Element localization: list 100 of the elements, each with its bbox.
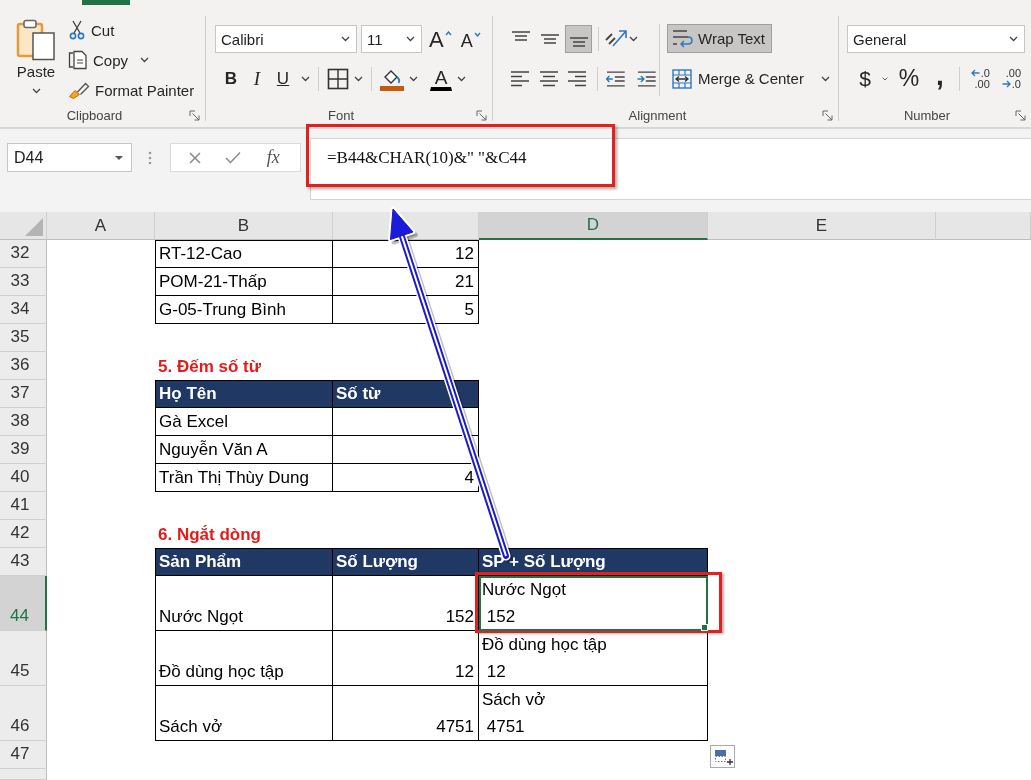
- formula-input[interactable]: =B44&CHAR(10)&" "&C44: [310, 138, 1031, 200]
- dialog-launcher-icon[interactable]: [476, 110, 487, 121]
- dialog-launcher-icon[interactable]: [822, 110, 833, 121]
- underline-button[interactable]: U: [270, 65, 296, 93]
- row-header[interactable]: 43: [0, 548, 47, 576]
- number-format-dropdown[interactable]: General: [847, 25, 1025, 53]
- table-header-cell: Số Lượng: [333, 548, 479, 576]
- selected-tab-underline: [82, 0, 130, 5]
- table-cell: Nước Ngọt: [155, 576, 333, 631]
- row-header[interactable]: 42: [0, 520, 47, 548]
- row-header[interactable]: 33: [0, 268, 47, 296]
- caret-icon: [406, 36, 415, 42]
- row-header[interactable]: 46: [0, 686, 47, 741]
- table-header-cell: Số từ: [333, 380, 479, 408]
- table-cell: RT-12-Cao: [155, 240, 333, 268]
- shrink-font-button[interactable]: A: [459, 25, 482, 53]
- align-bottom-icon: [568, 36, 589, 47]
- table-cell: 4751: [333, 686, 479, 741]
- caret-icon: [341, 36, 350, 42]
- currency-button[interactable]: $: [855, 64, 875, 93]
- table-cell: 21: [333, 268, 479, 296]
- increase-decimal-button[interactable]: .0 .00: [968, 64, 992, 93]
- row-header[interactable]: 38: [0, 408, 47, 436]
- caret-icon[interactable]: [629, 35, 638, 42]
- table-cell: Gà Excel: [155, 408, 333, 436]
- group-label: Alignment: [628, 108, 687, 123]
- borders-icon[interactable]: [327, 68, 349, 90]
- column-header[interactable]: D: [479, 212, 708, 240]
- percent-button[interactable]: %: [895, 64, 922, 93]
- copy-icon: [68, 50, 88, 70]
- row-header[interactable]: 36: [0, 352, 47, 380]
- selected-cell[interactable]: Nước Ngọt 152: [479, 576, 708, 631]
- caret-icon[interactable]: [820, 75, 830, 82]
- fill-handle[interactable]: [701, 624, 708, 631]
- section-title: 6. Ngắt dòng: [157, 524, 262, 546]
- table-header-cell: Họ Tên: [155, 380, 333, 408]
- row-header[interactable]: 40: [0, 464, 47, 492]
- arrow-right-icon: [1001, 80, 1011, 88]
- scissors-icon: [68, 20, 86, 40]
- align-center-icon: [538, 70, 559, 87]
- wrap-arrow-icon: [672, 29, 693, 48]
- clipboard-icon: [16, 19, 56, 61]
- column-header[interactable]: B: [155, 212, 333, 240]
- comma-style-button[interactable]: ,: [929, 64, 950, 93]
- row-header[interactable]: 41: [0, 492, 47, 520]
- caret-icon: [1009, 36, 1018, 42]
- merge-cells-icon: [672, 68, 692, 89]
- indent-icon[interactable]: [637, 70, 657, 87]
- caret-icon[interactable]: [882, 75, 888, 82]
- caret-icon[interactable]: [301, 76, 310, 82]
- caret-icon: [31, 88, 41, 94]
- row-header[interactable]: 45: [0, 631, 47, 686]
- table-plus-icon[interactable]: [710, 745, 735, 768]
- row-header[interactable]: 34: [0, 296, 47, 324]
- font-color-button[interactable]: A: [430, 67, 452, 91]
- decrease-decimal-button[interactable]: .00 .0: [999, 64, 1023, 93]
- caret-icon[interactable]: [457, 76, 466, 82]
- grow-font-button[interactable]: A: [428, 25, 453, 53]
- font-name-dropdown[interactable]: Calibri: [215, 25, 357, 53]
- row-header[interactable]: 35: [0, 324, 47, 352]
- vertical-dots-icon[interactable]: [148, 150, 152, 165]
- row-header[interactable]: 44: [0, 576, 47, 631]
- merge-center-button[interactable]: Merge & Center: [667, 64, 809, 93]
- font-size-dropdown[interactable]: 11: [361, 25, 422, 53]
- table-cell: 152: [333, 576, 479, 631]
- table-cell: Nguyễn Văn A: [155, 436, 333, 464]
- dialog-launcher-icon[interactable]: [189, 110, 200, 121]
- column-header[interactable]: A: [47, 212, 155, 240]
- align-bottom-button[interactable]: [565, 24, 592, 53]
- table-cell: 5: [333, 296, 479, 324]
- format-painter-button[interactable]: Format Painter: [65, 76, 198, 104]
- caret-icon[interactable]: [140, 57, 150, 63]
- group-label: Font: [328, 108, 354, 123]
- diagonal-arrow-icon[interactable]: [605, 30, 627, 47]
- row-header[interactable]: 37: [0, 380, 47, 408]
- copy-button[interactable]: Copy: [65, 46, 132, 74]
- align-right-icon: [567, 70, 588, 87]
- row-header[interactable]: 32: [0, 240, 47, 268]
- italic-button[interactable]: I: [244, 65, 270, 93]
- check-icon[interactable]: [225, 151, 241, 164]
- paste-button[interactable]: Paste: [10, 8, 62, 104]
- bold-button[interactable]: B: [218, 65, 244, 93]
- table-cell: POM-21-Thấp: [155, 268, 333, 296]
- caret-icon[interactable]: [409, 76, 418, 82]
- caret-icon[interactable]: [354, 76, 363, 82]
- align-middle-icon: [539, 33, 560, 44]
- table-cell: Trần Thị Thùy Dung: [155, 464, 333, 492]
- table-cell: Đồ dùng học tập: [155, 631, 333, 686]
- close-icon[interactable]: [188, 150, 203, 165]
- name-box[interactable]: D44: [7, 143, 132, 172]
- dialog-launcher-icon[interactable]: [1015, 110, 1026, 121]
- wrap-text-button[interactable]: Wrap Text: [667, 24, 772, 53]
- cut-button[interactable]: Cut: [65, 16, 118, 44]
- group-label: Number: [903, 108, 951, 123]
- outdent-icon[interactable]: [605, 70, 626, 87]
- row-header[interactable]: 47: [0, 741, 47, 769]
- align-left-icon: [510, 70, 531, 87]
- column-header[interactable]: E: [708, 212, 936, 240]
- insert-function-button[interactable]: fx: [263, 145, 283, 170]
- row-header[interactable]: 39: [0, 436, 47, 464]
